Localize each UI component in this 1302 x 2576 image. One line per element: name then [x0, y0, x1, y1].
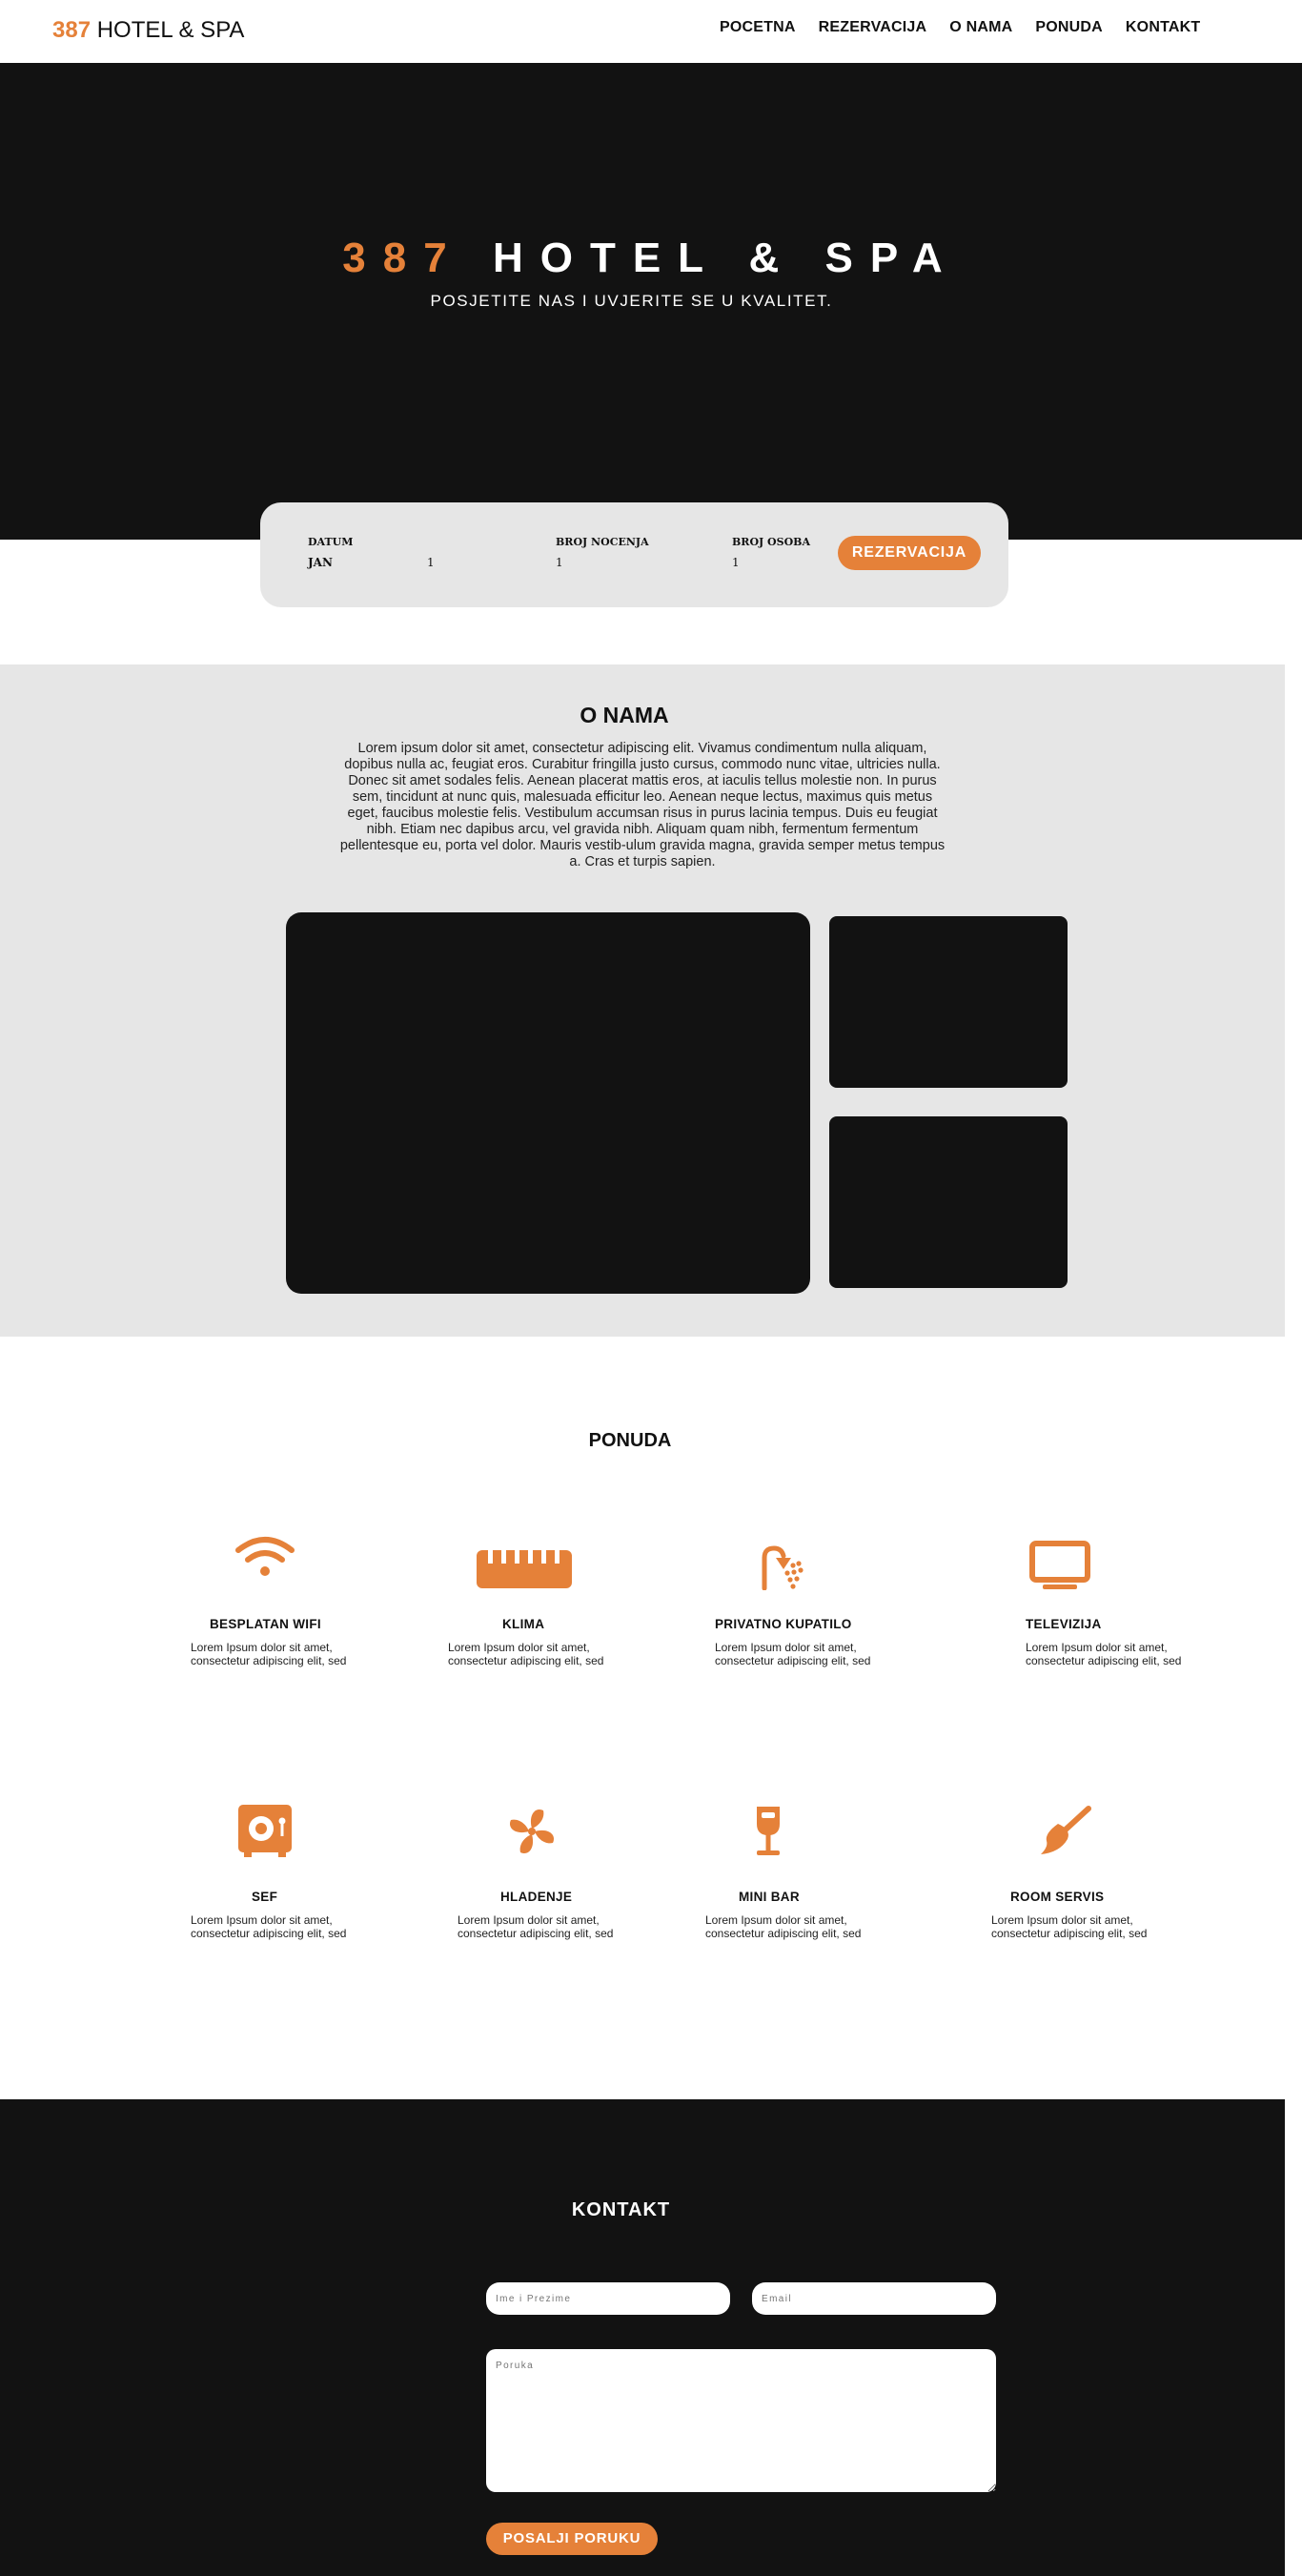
feature-text: Lorem Ipsum dolor sit amet, consectetur … — [191, 1913, 347, 1940]
feature-text: Lorem Ipsum dolor sit amet, consectetur … — [705, 1913, 862, 1940]
brand-name: HOTEL & SPA — [91, 17, 245, 43]
hero-section: 387 HOTEL & SPA POSJETITE NAS I UVJERITE… — [0, 63, 1302, 540]
feature-title: SEF — [252, 1890, 278, 1904]
nav-link-o-nama[interactable]: O NAMA — [949, 19, 1012, 36]
hero-subtitle: POSJETITE NAS I UVJERITE SE U KVALITET. — [430, 292, 833, 310]
feature-text: Lorem Ipsum dolor sit amet, consectetur … — [448, 1641, 604, 1667]
safe-icon — [238, 1805, 292, 1857]
feature-text: Lorem Ipsum dolor sit amet, consectetur … — [991, 1913, 1148, 1940]
tv-icon — [1029, 1541, 1090, 1589]
nav-link-rezervacija[interactable]: REZERVACIJA — [819, 19, 927, 36]
about-title: O NAMA — [580, 703, 669, 727]
wine-glass-icon — [757, 1807, 780, 1855]
message-textarea[interactable] — [486, 2349, 996, 2492]
fan-icon — [510, 1809, 554, 1854]
ponuda-title: PONUDA — [588, 1430, 672, 1451]
brand-number: 387 — [52, 17, 92, 43]
persons-label: BROJ OSOBA — [732, 536, 810, 548]
nights-label: BROJ NOCENJA — [556, 536, 649, 548]
email-input[interactable] — [752, 2282, 996, 2315]
about-image-large — [286, 912, 810, 1294]
date-day-select[interactable]: 1 — [427, 556, 435, 569]
about-section: O NAMA Lorem ipsum dolor sit amet, conse… — [0, 664, 1285, 1337]
air-conditioner-icon — [477, 1550, 572, 1588]
name-input[interactable] — [486, 2282, 730, 2315]
date-label: DATUM — [308, 536, 354, 548]
feature-title: TELEVIZIJA — [1026, 1617, 1102, 1631]
about-text: Lorem ipsum dolor sit amet, consectetur … — [339, 741, 946, 869]
feature-title: PRIVATNO KUPATILO — [715, 1617, 852, 1631]
feature-text: Lorem Ipsum dolor sit amet, consectetur … — [1026, 1641, 1182, 1667]
nav-menu: POCETNA REZERVACIJA O NAMA PONUDA KONTAK… — [720, 19, 1200, 36]
brand-logo[interactable]: 387 HOTEL & SPA — [52, 17, 244, 44]
hero-title-name: HOTEL & SPA — [463, 235, 960, 281]
about-image-bottom — [829, 1116, 1068, 1288]
broom-icon — [1041, 1806, 1091, 1854]
reservation-button[interactable]: REZERVACIJA — [838, 536, 981, 570]
nights-select[interactable]: 1 — [556, 556, 563, 569]
hero-title-number: 387 — [342, 235, 464, 281]
persons-select[interactable]: 1 — [732, 556, 740, 569]
feature-text: Lorem Ipsum dolor sit amet, consectetur … — [715, 1641, 871, 1667]
wifi-icon — [235, 1537, 295, 1576]
kontakt-title: KONTAKT — [571, 2199, 671, 2220]
kontakt-section: KONTAKT POSALJI PORUKU — [0, 2099, 1285, 2576]
nav-link-kontakt[interactable]: KONTAKT — [1126, 19, 1200, 36]
shower-icon — [762, 1545, 804, 1590]
feature-title: ROOM SERVIS — [1010, 1890, 1105, 1904]
booking-bar: DATUM JAN 1 BROJ NOCENJA 1 BROJ OSOBA 1 … — [260, 502, 1008, 607]
about-image-top — [829, 916, 1068, 1088]
navbar: 387 HOTEL & SPA POCETNA REZERVACIJA O NA… — [0, 0, 1302, 63]
send-message-button[interactable]: POSALJI PORUKU — [486, 2523, 658, 2555]
nav-link-pocetna[interactable]: POCETNA — [720, 19, 796, 36]
hero-title: 387 HOTEL & SPA — [0, 235, 1302, 282]
date-month-select[interactable]: JAN — [308, 556, 333, 569]
feature-title: MINI BAR — [739, 1890, 800, 1904]
feature-title: KLIMA — [502, 1617, 545, 1631]
feature-text: Lorem Ipsum dolor sit amet, consectetur … — [191, 1641, 347, 1667]
feature-title: BESPLATAN WIFI — [210, 1617, 321, 1631]
feature-title: HLADENJE — [500, 1890, 573, 1904]
nav-link-ponuda[interactable]: PONUDA — [1035, 19, 1103, 36]
feature-text: Lorem Ipsum dolor sit amet, consectetur … — [458, 1913, 614, 1940]
